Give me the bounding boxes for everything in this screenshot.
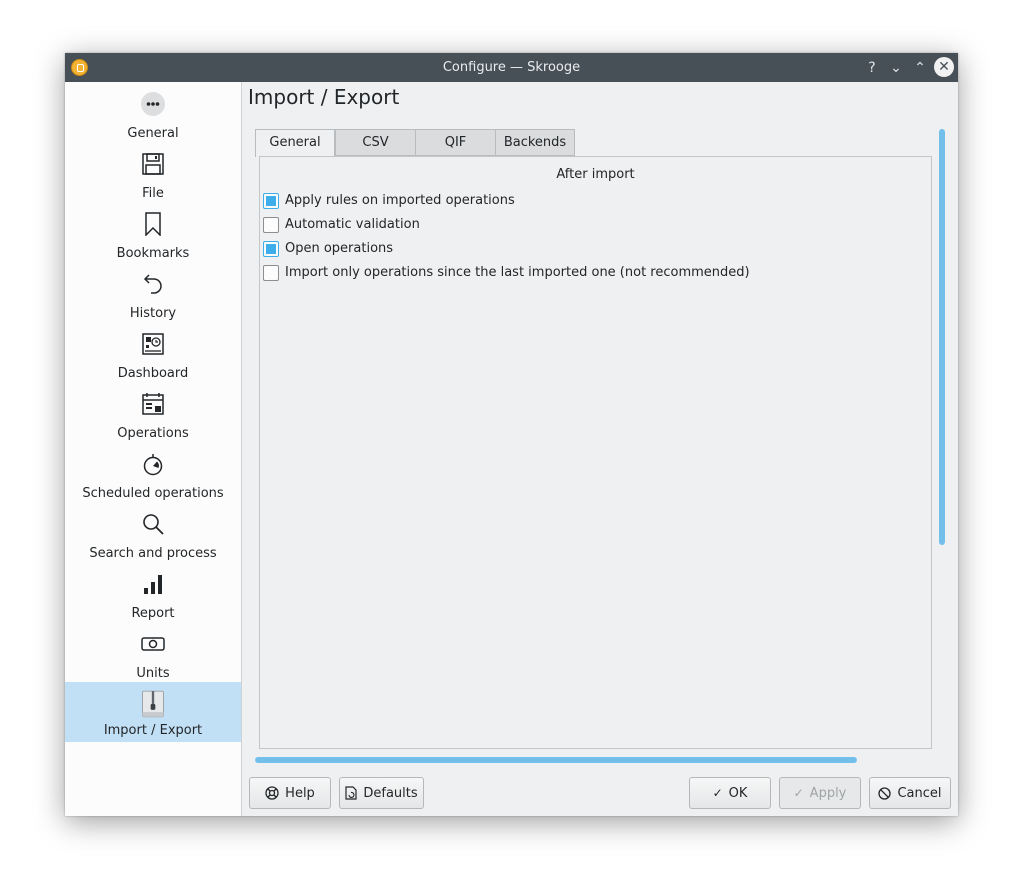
search-icon <box>143 514 164 535</box>
sidebar-item-bookmarks[interactable]: Bookmarks <box>65 206 241 266</box>
sidebar-item-operations[interactable]: Operations <box>65 386 241 446</box>
import-since-last-checkbox[interactable] <box>263 265 279 281</box>
maximize-icon[interactable]: ⌃ <box>910 58 930 78</box>
checkbox-label: Open operations <box>285 241 394 256</box>
sidebar-item-label: File <box>142 186 164 201</box>
minimize-icon[interactable]: ⌄ <box>886 58 906 78</box>
money-icon <box>141 637 165 651</box>
window-title: Configure — Skrooge <box>442 60 581 75</box>
ok-button-label: OK <box>728 785 748 801</box>
page-title: Import / Export <box>248 85 400 109</box>
sidebar-item-units[interactable]: Units <box>65 626 241 686</box>
sidebar-item-label: Search and process <box>89 546 217 561</box>
page-list-sidebar: General File Bookmarks History Dashboard… <box>65 82 242 816</box>
help-button[interactable]: Help <box>249 777 331 809</box>
ok-button[interactable]: ✓ OK <box>689 777 771 809</box>
help-icon[interactable]: ? <box>862 58 882 78</box>
help-button-label: Help <box>285 785 315 801</box>
sidebar-item-import-export[interactable]: Import / Export <box>65 682 241 742</box>
more-icon <box>141 92 165 116</box>
checkmark-icon: ✓ <box>793 786 804 800</box>
vertical-scrollbar[interactable] <box>939 129 945 545</box>
sidebar-item-label: Operations <box>117 426 189 441</box>
stopwatch-icon <box>143 454 163 476</box>
apply-button[interactable]: ✓ Apply <box>779 777 861 809</box>
floppy-icon <box>142 153 164 175</box>
tab-csv[interactable]: CSV <box>335 129 416 156</box>
sidebar-item-label: Import / Export <box>103 723 203 738</box>
dashboard-icon <box>142 333 164 355</box>
tab-backends[interactable]: Backends <box>495 129 575 156</box>
document-revert-icon <box>345 786 357 800</box>
section-title: After import <box>556 167 635 182</box>
sidebar-item-label: Report <box>131 606 175 621</box>
checkbox-label: Apply rules on imported operations <box>285 193 515 208</box>
sidebar-item-label: History <box>129 306 177 321</box>
cancel-button[interactable]: Cancel <box>869 777 951 809</box>
tab-general[interactable]: General <box>255 129 335 157</box>
apply-rules-checkbox[interactable] <box>263 193 279 209</box>
checkmark-icon: ✓ <box>712 786 723 800</box>
sidebar-item-label: Dashboard <box>117 366 189 381</box>
tab-qif[interactable]: QIF <box>415 129 496 156</box>
defaults-button[interactable]: Defaults <box>339 777 424 809</box>
calendar-grid-icon <box>142 393 164 415</box>
sidebar-item-label: Bookmarks <box>116 246 190 261</box>
title-bar[interactable]: Configure — Skrooge ? ⌄ ⌃ ✕ <box>65 53 958 82</box>
checkbox-label: Import only operations since the last im… <box>285 265 750 280</box>
sidebar-item-general[interactable]: General <box>65 86 241 146</box>
checkbox-label: Automatic validation <box>285 217 420 232</box>
sidebar-item-dashboard[interactable]: Dashboard <box>65 326 241 386</box>
sidebar-item-history[interactable]: History <box>65 266 241 326</box>
cancel-button-label: Cancel <box>897 785 942 801</box>
sidebar-item-search-and-process[interactable]: Search and process <box>65 506 241 566</box>
close-icon[interactable]: ✕ <box>934 57 954 77</box>
undo-icon <box>143 274 162 294</box>
cancel-icon <box>878 786 892 800</box>
defaults-button-label: Defaults <box>363 785 418 801</box>
sidebar-item-scheduled-operations[interactable]: Scheduled operations <box>65 446 241 506</box>
configure-dialog: Configure — Skrooge ? ⌄ ⌃ ✕ General File <box>65 53 958 816</box>
apply-button-label: Apply <box>809 785 847 801</box>
sidebar-item-file[interactable]: File <box>65 146 241 206</box>
sidebar-item-label: Scheduled operations <box>82 486 224 501</box>
bar-chart-icon <box>144 575 162 594</box>
bookmark-icon <box>145 212 161 236</box>
sidebar-item-label: Units <box>136 666 170 681</box>
lifebuoy-icon <box>265 786 279 800</box>
sidebar-item-label: General <box>127 126 179 141</box>
horizontal-scrollbar[interactable] <box>255 757 857 763</box>
open-operations-checkbox[interactable] <box>263 241 279 257</box>
sidebar-item-report[interactable]: Report <box>65 566 241 626</box>
automatic-validation-checkbox[interactable] <box>263 217 279 233</box>
archive-icon <box>142 690 164 718</box>
general-tab-panel: After import Apply rules on imported ope… <box>259 156 932 749</box>
